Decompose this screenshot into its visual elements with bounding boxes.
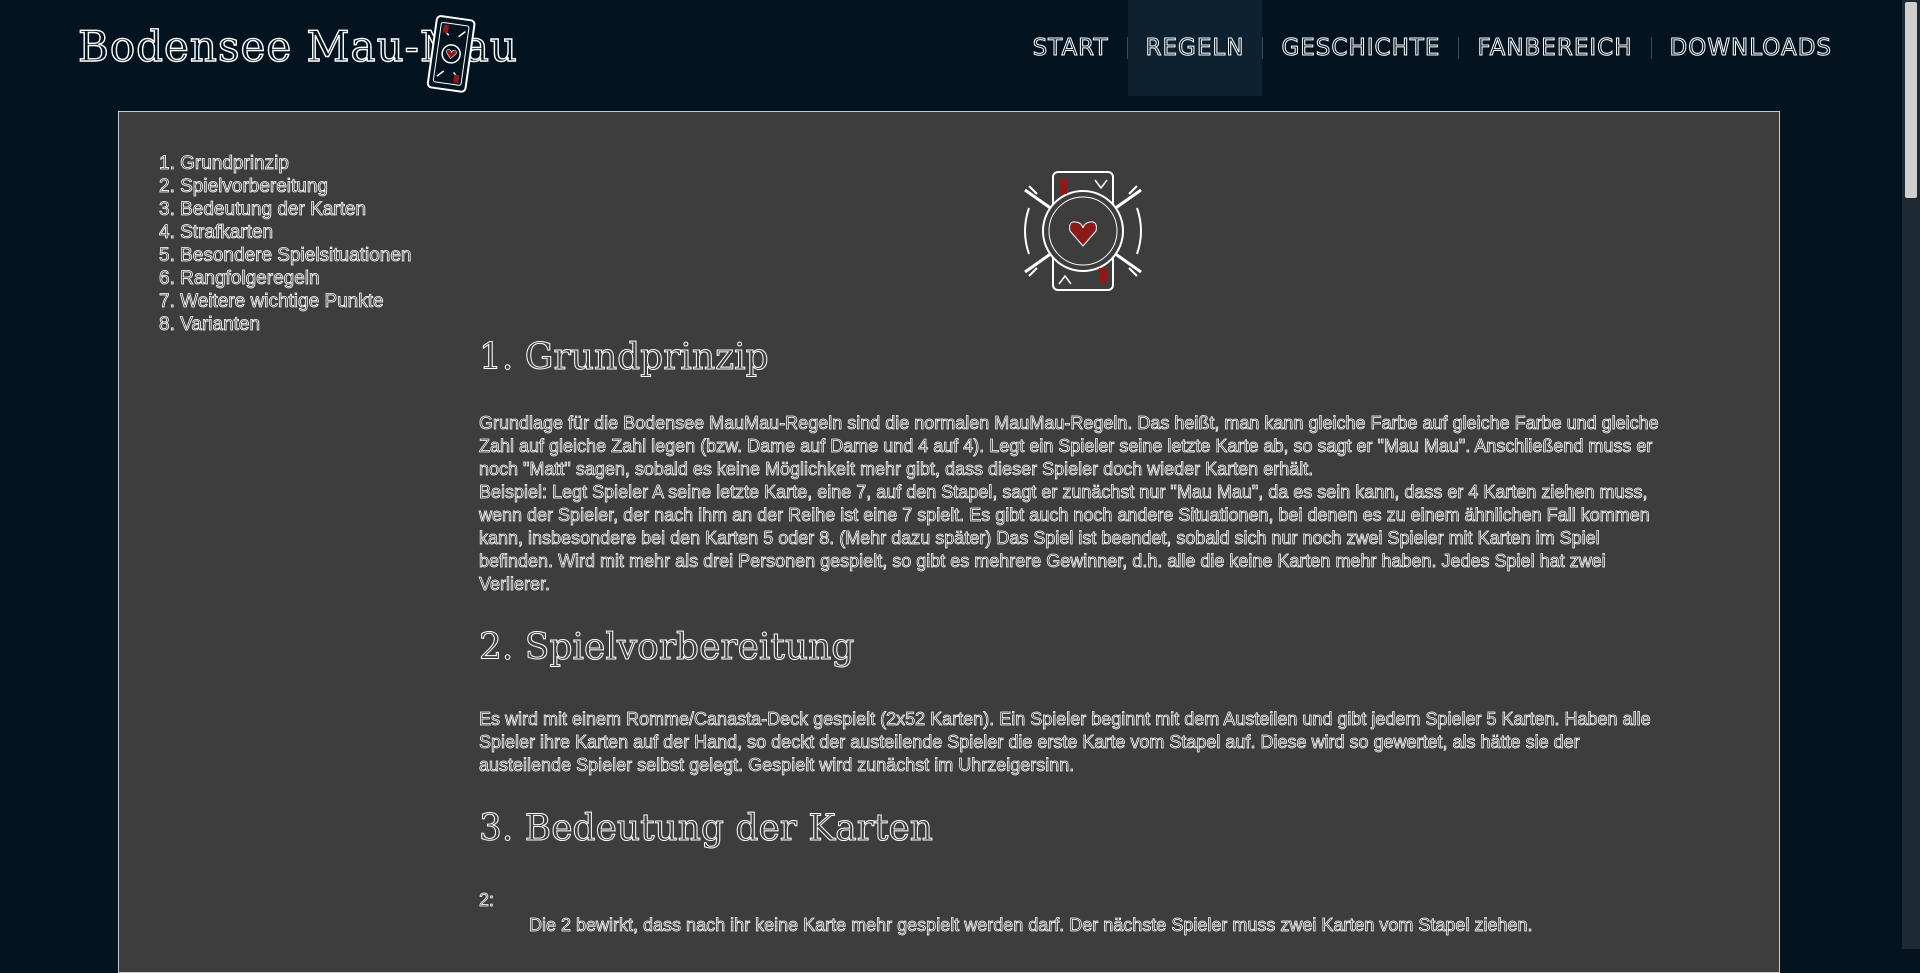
paragraph: Grundlage für die Bodensee MauMau-Regeln… [479,413,1659,480]
vertical-scrollbar[interactable] [1902,0,1920,949]
content-panel: 1. Grundprinzip 2. Spielvorbereitung 3. … [118,111,1780,973]
scrollbar-thumb[interactable] [1905,2,1917,198]
toc-link-besondere-spielsituationen[interactable]: 5. Besondere Spielsituationen [159,244,412,267]
nav-downloads[interactable]: DOWNLOADS [1652,0,1851,96]
toc-link-bedeutung-der-karten[interactable]: 3. Bedeutung der Karten [159,198,411,221]
rules-content: 1. Grundprinzip Grundlage für die Bodens… [479,330,1669,937]
section-title-bedeutung-der-karten: 3. Bedeutung der Karten [479,808,934,850]
nav-geschichte[interactable]: GESCHICHTE [1263,0,1458,96]
card-cross-heart-logo [1024,171,1142,291]
nav-regeln[interactable]: REGELN [1127,0,1263,96]
card-rule-label: 2: [479,890,495,911]
toc-link-strafkarten[interactable]: 4. Strafkarten [159,221,411,244]
section-title-spielvorbereitung: 2. Spielvorbereitung [479,627,855,669]
toc-link-weitere-punkte[interactable]: 7. Weitere wichtige Punkte [159,290,411,313]
toc-link-spielvorbereitung[interactable]: 2. Spielvorbereitung [159,175,411,198]
paragraph: Beispiel: Legt Spieler A seine letzte Ka… [479,482,1650,595]
toc-link-varianten[interactable]: 8. Varianten [159,313,411,336]
playing-card-heart-icon [426,15,476,93]
toc-link-rangfolgeregeln[interactable]: 6. Rangfolgeregeln [159,267,411,290]
paragraph: Es wird mit einem Romme/Canasta-Deck ges… [479,709,1651,776]
main-nav: START REGELN GESCHICHTE FANBEREICH DOWNL… [1015,0,1850,110]
toc-link-grundprinzip[interactable]: 1. Grundprinzip [159,152,411,175]
table-of-contents: 1. Grundprinzip 2. Spielvorbereitung 3. … [159,152,412,336]
section-title-grundprinzip: 1. Grundprinzip [479,337,770,379]
nav-start[interactable]: START [1015,0,1127,96]
site-header: Bodensee Mau-Mau START REGELN GESCHICHTE… [0,0,1902,110]
card-rule-text: Die 2 bewirkt, dass nach ihr keine Karte… [529,915,1533,936]
nav-fanbereich[interactable]: FANBEREICH [1459,0,1650,96]
